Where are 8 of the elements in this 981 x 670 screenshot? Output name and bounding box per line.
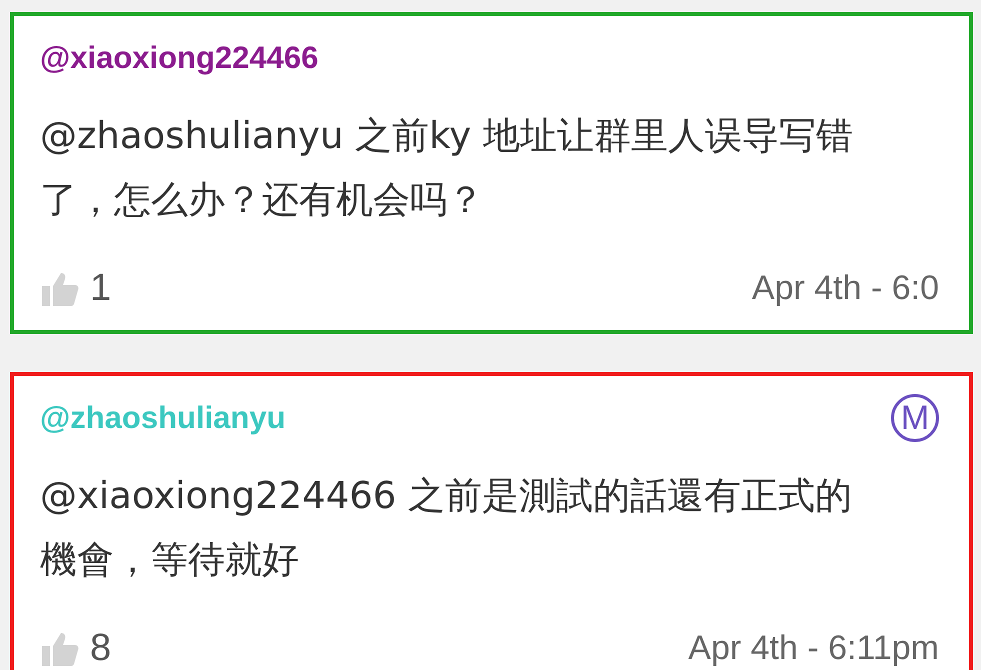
username[interactable]: @xiaoxiong224466 bbox=[40, 40, 318, 76]
like-count: 8 bbox=[90, 627, 112, 670]
timestamp: Apr 4th - 6:11pm bbox=[688, 629, 939, 668]
like-count: 1 bbox=[90, 267, 112, 310]
comment-text: @zhaoshulianyu 之前ky 地址让群里人误导写错了，怎么办？还有机会吗？ bbox=[40, 113, 854, 223]
comment-text: @xiaoxiong224466 之前是測試的話還有正式的機會，等待就好 bbox=[40, 473, 854, 583]
moderator-badge: M bbox=[891, 394, 939, 442]
timestamp: Apr 4th - 6:0 bbox=[752, 269, 939, 308]
